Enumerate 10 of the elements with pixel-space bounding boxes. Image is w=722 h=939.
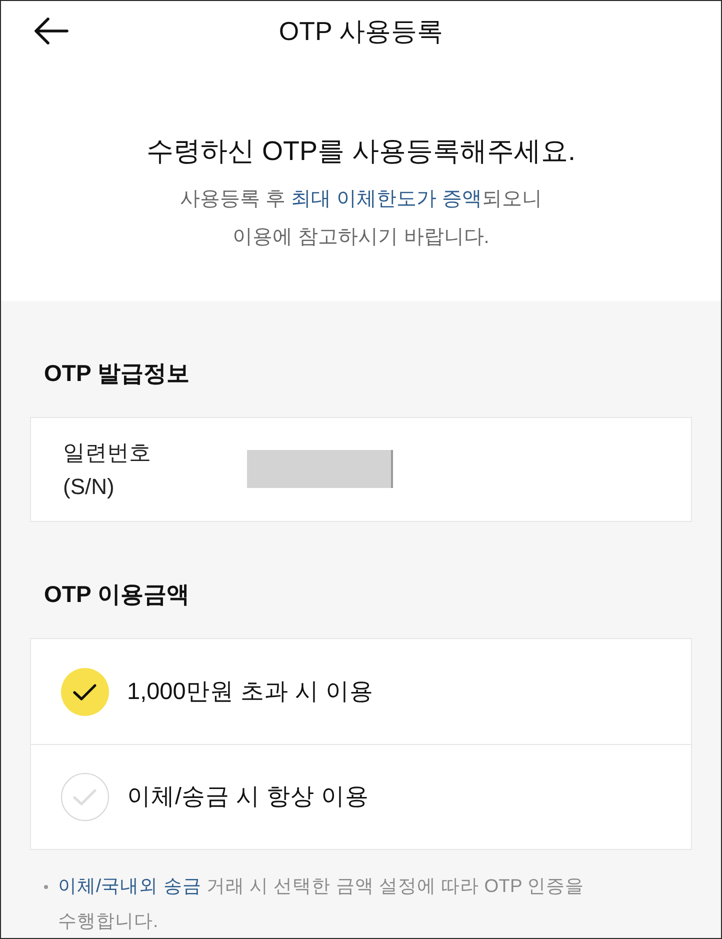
intro-description: 사용등록 후 최대 이체한도가 증액되오니 이용에 참고하시기 바랍니다. bbox=[180, 187, 542, 250]
section-title: OTP 이용금액 bbox=[44, 580, 190, 609]
intro-headline: 수령하신 OTP를 사용등록해주세요. bbox=[146, 135, 576, 168]
amount-option[interactable]: 1,000만원 초과 시 이용 bbox=[31, 639, 691, 744]
note-text: 이체/국내외 송금 거래 시 선택한 금액 설정에 따라 OTP 인증을 수행합니다. bbox=[58, 874, 584, 933]
amount-option[interactable]: 이체/송금 시 항상 이용 bbox=[31, 744, 691, 849]
back-arrow-icon bbox=[33, 17, 69, 45]
section-title: OTP 발급정보 bbox=[44, 359, 190, 388]
page-title: OTP 사용등록 bbox=[278, 15, 444, 48]
serial-label: 일련번호 (S/N) bbox=[63, 438, 152, 500]
